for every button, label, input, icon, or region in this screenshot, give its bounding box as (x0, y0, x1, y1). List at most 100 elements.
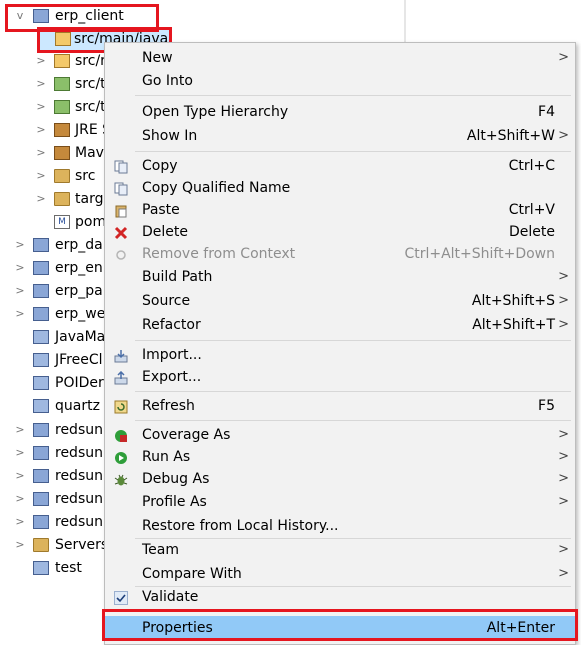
checkmark-icon (114, 590, 128, 605)
menu-item-source[interactable]: Source Alt+Shift+S > (105, 290, 575, 312)
tree-item-label: redsun (55, 514, 103, 530)
chevron-right-icon[interactable]: > (35, 165, 47, 187)
tree-item-label: erp_da (55, 237, 103, 253)
tree-item-label: redsun (55, 422, 103, 438)
menu-item-show-in[interactable]: Show In Alt+Shift+W > (105, 125, 575, 147)
menu-item-compare-with[interactable]: Compare With > (105, 563, 575, 585)
chevron-right-icon[interactable]: > (35, 188, 47, 210)
tree-row[interactable]: > erp_we (0, 303, 110, 325)
submenu-arrow-icon: > (558, 293, 569, 308)
chevron-right-icon[interactable]: > (35, 142, 47, 164)
tree-row[interactable]: > Servers (0, 534, 110, 556)
menu-item-coverage-as[interactable]: Coverage As > (105, 424, 575, 446)
tree-row[interactable]: > redsun (0, 465, 110, 487)
tree-row[interactable]: > JRE S (0, 119, 111, 141)
chevron-right-icon[interactable]: > (14, 419, 26, 441)
menu-item-refresh[interactable]: Refresh F5 (105, 395, 575, 417)
chevron-right-icon[interactable]: > (35, 96, 47, 118)
tree-row[interactable]: > targ (0, 188, 110, 210)
tree-row[interactable]: > redsun (0, 419, 110, 441)
menu-item-go-into[interactable]: Go Into (105, 70, 575, 92)
menu-item-validate[interactable]: Validate (105, 586, 575, 608)
chevron-right-icon[interactable]: > (14, 303, 26, 325)
tree-row[interactable]: > src/t (0, 73, 110, 95)
tree-row[interactable]: > erp_da (0, 234, 110, 256)
remove-from-context-icon (114, 247, 128, 261)
import-icon (114, 348, 128, 363)
submenu-arrow-icon: > (558, 449, 569, 464)
tree-row[interactable]: > redsun (0, 511, 110, 533)
tree-item-label: pom (75, 214, 107, 230)
chevron-right-icon[interactable]: > (14, 465, 26, 487)
menu-separator (135, 340, 571, 341)
tree-row[interactable]: POIDer (0, 372, 110, 394)
menu-item-export[interactable]: Export... (105, 366, 575, 388)
chevron-right-icon[interactable]: > (35, 73, 47, 95)
maven-project-icon (33, 423, 49, 437)
maven-pom-icon: M (54, 215, 70, 229)
chevron-right-icon[interactable]: > (14, 488, 26, 510)
tree-row[interactable]: > erp_pa (0, 280, 110, 302)
menu-item-import[interactable]: Import... (105, 344, 575, 366)
menu-item-copy-qualified-name[interactable]: Copy Qualified Name (105, 177, 575, 199)
menu-separator (135, 95, 571, 96)
library-icon (54, 123, 70, 137)
submenu-arrow-icon: > (558, 269, 569, 284)
maven-project-icon (33, 261, 49, 275)
submenu-arrow-icon: > (558, 128, 569, 143)
chevron-right-icon[interactable]: > (14, 511, 26, 533)
closed-project-icon (33, 353, 49, 367)
maven-project-icon (33, 446, 49, 460)
menu-item-restore-from-local-history[interactable]: Restore from Local History... (105, 515, 575, 537)
menu-item-new[interactable]: New > (105, 47, 575, 69)
tree-row[interactable]: test (0, 557, 110, 579)
chevron-right-icon[interactable]: > (14, 280, 26, 302)
menu-item-debug-as[interactable]: Debug As > (105, 468, 575, 490)
tree-row[interactable]: > erp_en (0, 257, 110, 279)
menu-item-refactor[interactable]: Refactor Alt+Shift+T > (105, 314, 575, 336)
chevron-right-icon[interactable]: > (35, 50, 47, 72)
folder-icon (54, 169, 70, 183)
tree-row[interactable]: > src (0, 165, 110, 187)
menu-item-team[interactable]: Team > (105, 539, 575, 561)
tree-row[interactable]: > src/r (0, 50, 110, 72)
chevron-right-icon[interactable]: > (14, 257, 26, 279)
coverage-icon (114, 428, 128, 442)
tree-row[interactable]: JFreeCl (0, 349, 110, 371)
closed-project-icon (33, 399, 49, 413)
menu-item-remove-from-context: Remove from Context Ctrl+Alt+Shift+Down (105, 243, 575, 265)
menu-item-open-type-hierarchy[interactable]: Open Type Hierarchy F4 (105, 101, 575, 123)
tree-item-label: erp_we (55, 306, 106, 322)
source-folder-icon (54, 54, 70, 68)
menu-item-profile-as[interactable]: Profile As > (105, 491, 575, 513)
menu-item-build-path[interactable]: Build Path > (105, 266, 575, 288)
maven-project-icon (33, 492, 49, 506)
tree-item-label: quartz (55, 398, 100, 414)
menu-item-run-as[interactable]: Run As > (105, 446, 575, 468)
menu-item-delete[interactable]: Delete Delete (105, 221, 575, 243)
tree-row[interactable]: > src/t (0, 96, 110, 118)
chevron-right-icon[interactable]: > (35, 119, 47, 141)
chevron-right-icon[interactable]: > (14, 534, 26, 556)
tree-item-label: erp_pa (55, 283, 103, 299)
maven-project-icon (33, 307, 49, 321)
tree-row[interactable]: JavaMa (0, 326, 110, 348)
tree-item-label: erp_en (55, 260, 103, 276)
tree-item-label: test (55, 560, 82, 576)
test-source-folder-icon (54, 77, 70, 91)
tree-row[interactable]: > redsun (0, 442, 110, 464)
submenu-arrow-icon: > (558, 494, 569, 509)
tree-row[interactable]: > Mav (0, 142, 110, 164)
chevron-right-icon[interactable]: > (14, 442, 26, 464)
menu-item-copy[interactable]: Copy Ctrl+C (105, 155, 575, 177)
debug-bug-icon (114, 472, 128, 486)
chevron-right-icon[interactable]: > (14, 234, 26, 256)
submenu-arrow-icon: > (558, 471, 569, 486)
context-menu: New > Go Into Open Type Hierarchy F4 Sho… (104, 42, 576, 645)
tree-row[interactable]: > redsun (0, 488, 110, 510)
menu-item-paste[interactable]: Paste Ctrl+V (105, 199, 575, 221)
submenu-arrow-icon: > (558, 542, 569, 557)
tree-row[interactable]: M pom (0, 211, 110, 233)
maven-project-icon (33, 284, 49, 298)
tree-row[interactable]: quartz (0, 395, 110, 417)
